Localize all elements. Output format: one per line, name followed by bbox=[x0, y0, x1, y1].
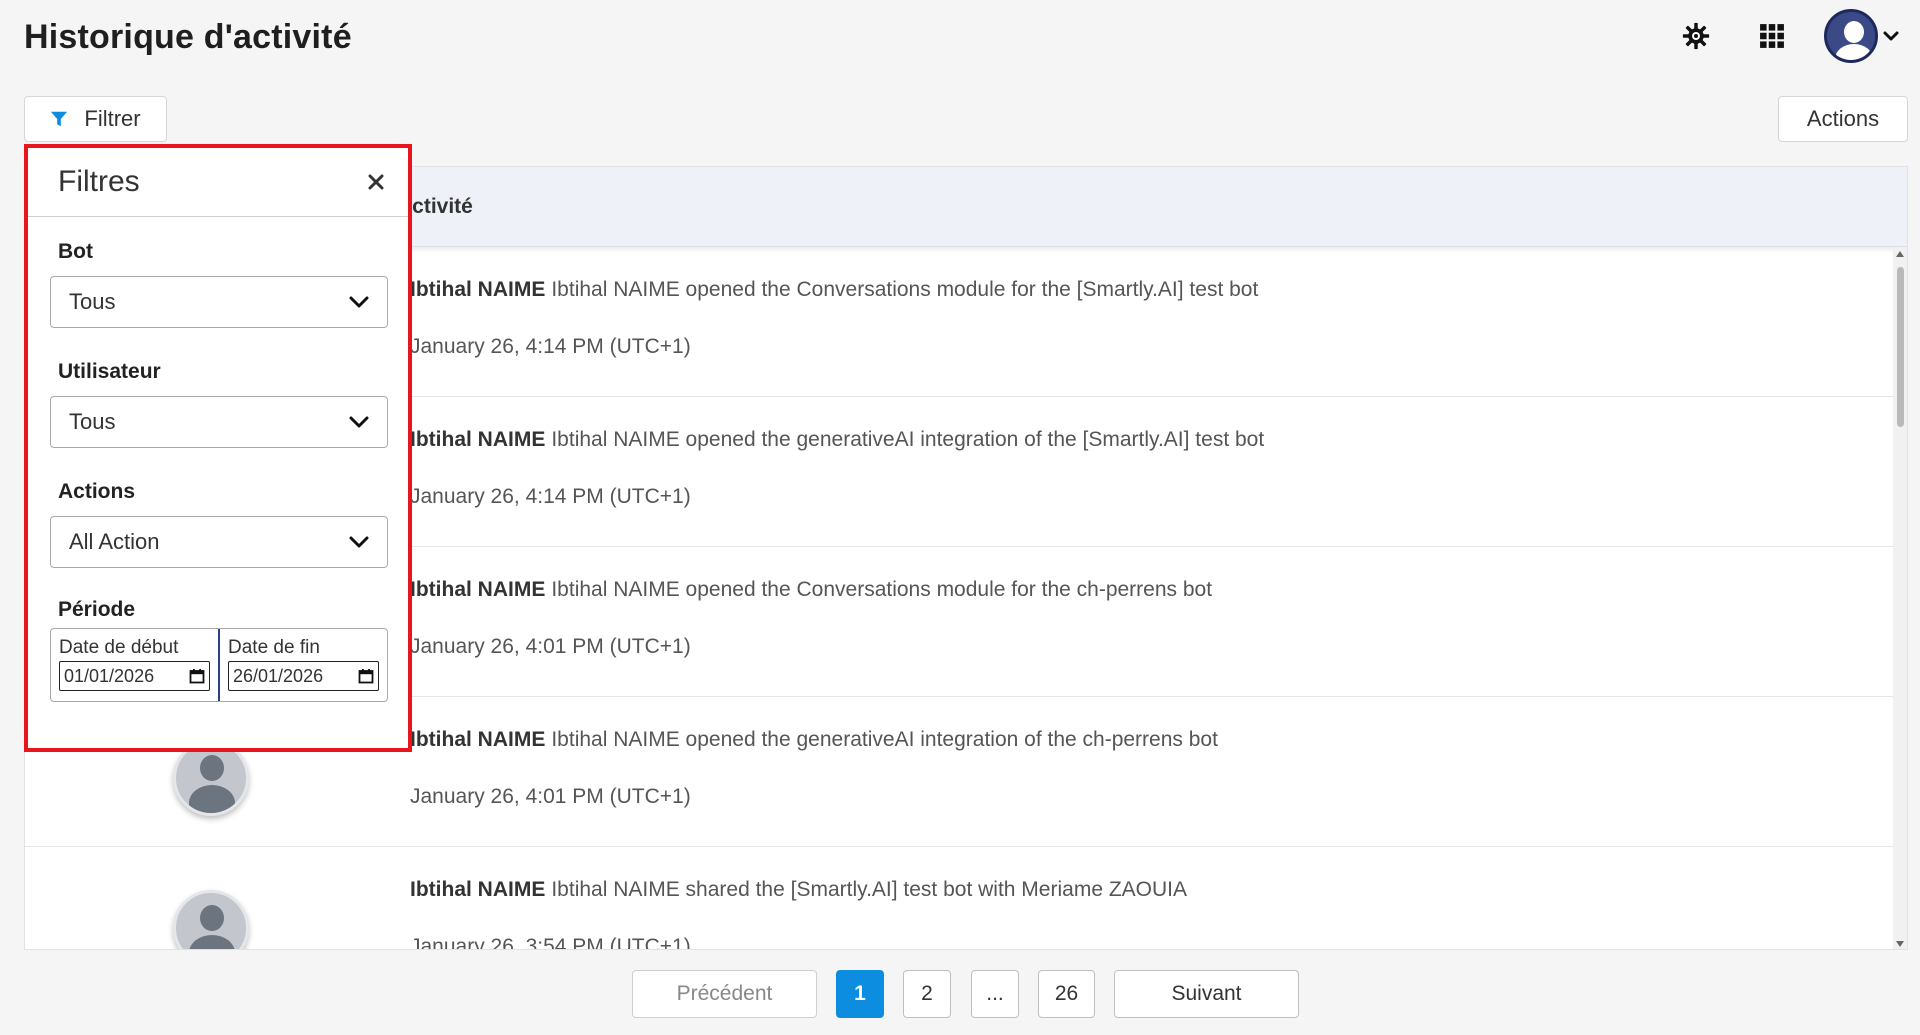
chevron-down-icon bbox=[349, 536, 369, 548]
bot-select-value: Tous bbox=[69, 289, 116, 314]
start-date-value: 01/01/2026 bbox=[64, 665, 155, 686]
period-date-range: Date de début 01/01/2026 Date de fin 26/… bbox=[50, 628, 388, 702]
next-page-button[interactable]: Suivant bbox=[1114, 970, 1299, 1018]
page-button-1[interactable]: 1 bbox=[836, 970, 884, 1018]
previous-page-button[interactable]: Précédent bbox=[632, 970, 817, 1018]
start-date-input[interactable]: 01/01/2026 bbox=[59, 661, 210, 691]
calendar-icon[interactable] bbox=[358, 668, 374, 684]
row-user: Ibtihal NAIME bbox=[410, 728, 546, 751]
page-title: Historique d'activité bbox=[24, 18, 352, 56]
chevron-down-icon bbox=[349, 296, 369, 308]
filter-icon bbox=[50, 110, 68, 128]
row-activity-text: Ibtihal NAIME shared the [Smartly.AI] te… bbox=[551, 878, 1188, 901]
actions-select-value: All Action bbox=[69, 529, 160, 554]
end-date-label: Date de fin bbox=[228, 637, 320, 658]
filter-button[interactable]: Filtrer bbox=[24, 96, 167, 142]
row-activity-text: Ibtihal NAIME opened the Conversations m… bbox=[551, 578, 1213, 601]
calendar-icon[interactable] bbox=[189, 668, 205, 684]
apps-grid-icon[interactable] bbox=[1750, 14, 1794, 58]
vertical-scrollbar[interactable] bbox=[1893, 247, 1907, 949]
scroll-down-icon[interactable] bbox=[1896, 941, 1904, 947]
header-icons bbox=[1674, 6, 1900, 66]
row-user: Ibtihal NAIME bbox=[410, 578, 546, 601]
user-select-value: Tous bbox=[69, 409, 116, 434]
page-button-26[interactable]: 26 bbox=[1038, 970, 1095, 1018]
filters-panel-title: Filtres bbox=[58, 165, 140, 198]
close-icon[interactable] bbox=[364, 170, 388, 194]
end-date-input[interactable]: 26/01/2026 bbox=[228, 661, 379, 691]
row-activity-text: Ibtihal NAIME opened the generativeAI in… bbox=[551, 428, 1265, 451]
page-button-2[interactable]: 2 bbox=[903, 970, 951, 1018]
period-filter-label: Période bbox=[58, 598, 136, 621]
table-row: Ibtihal NAIME Ibtihal NAIME shared the [S… bbox=[25, 847, 1907, 950]
row-activity-text: Ibtihal NAIME opened the Conversations m… bbox=[551, 278, 1259, 301]
activity-history-page: Historique d'activité Filtrer Actions Ac… bbox=[0, 0, 1920, 1035]
row-timestamp: January 26, 4:14 PM (UTC+1) bbox=[410, 335, 691, 358]
end-date-group: Date de fin 26/01/2026 bbox=[218, 629, 387, 701]
chevron-down-icon bbox=[349, 416, 369, 428]
user-menu[interactable] bbox=[1824, 9, 1900, 63]
gear-icon[interactable] bbox=[1674, 14, 1718, 58]
user-avatar[interactable] bbox=[1824, 9, 1878, 63]
start-date-group: Date de début 01/01/2026 bbox=[51, 629, 218, 701]
actions-filter-label: Actions bbox=[58, 480, 136, 503]
row-user: Ibtihal NAIME bbox=[410, 428, 546, 451]
scroll-thumb[interactable] bbox=[1897, 267, 1904, 427]
start-date-label: Date de début bbox=[59, 637, 179, 658]
row-user: Ibtihal NAIME bbox=[410, 278, 546, 301]
actions-button-label: Actions bbox=[1806, 106, 1880, 131]
avatar bbox=[173, 890, 249, 949]
filters-panel: Filtres Bot Tous Utilisateur Tous Action… bbox=[24, 144, 412, 752]
row-timestamp: January 26, 4:14 PM (UTC+1) bbox=[410, 485, 691, 508]
row-timestamp: January 26, 4:01 PM (UTC+1) bbox=[410, 785, 691, 808]
actions-button[interactable]: Actions bbox=[1778, 96, 1908, 142]
chevron-down-icon[interactable] bbox=[1882, 29, 1900, 43]
row-activity-text: Ibtihal NAIME opened the generativeAI in… bbox=[551, 728, 1218, 751]
bot-select[interactable]: Tous bbox=[50, 276, 388, 328]
scroll-up-icon[interactable] bbox=[1896, 251, 1904, 257]
row-user: Ibtihal NAIME bbox=[410, 878, 546, 901]
user-filter-label: Utilisateur bbox=[58, 360, 161, 383]
user-select[interactable]: Tous bbox=[50, 396, 388, 448]
filter-button-label: Filtrer bbox=[84, 106, 141, 131]
bot-filter-label: Bot bbox=[58, 240, 93, 263]
page-ellipsis[interactable]: ... bbox=[971, 970, 1019, 1018]
actions-select[interactable]: All Action bbox=[50, 516, 388, 568]
row-timestamp: January 26, 3:54 PM (UTC+1) bbox=[410, 935, 691, 950]
row-timestamp: January 26, 4:01 PM (UTC+1) bbox=[410, 635, 691, 658]
filters-panel-header: Filtres bbox=[28, 148, 408, 217]
end-date-value: 26/01/2026 bbox=[233, 665, 324, 686]
